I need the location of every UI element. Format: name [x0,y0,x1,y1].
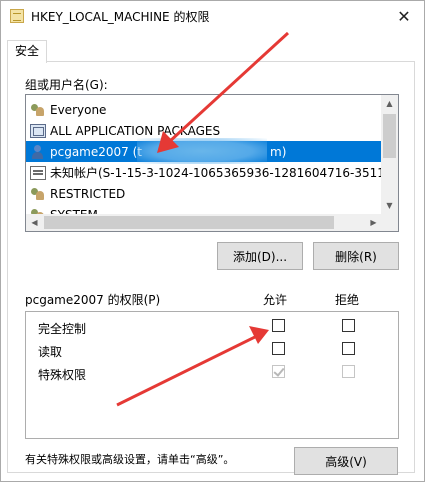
scroll-left-icon[interactable]: ◀ [26,214,43,231]
unknown-account-icon [30,165,46,180]
allow-special-checkbox [272,365,285,378]
allow-column-header: 允许 [263,293,288,307]
list-item-label: 未知帐户(S-1-15-3-1024-1065365936-1281604716… [50,166,381,180]
allow-read-checkbox[interactable] [272,342,285,355]
advanced-note: 有关特殊权限或高级设置，请单击“高级”。 [25,453,235,466]
tab-security[interactable]: 安全 [7,40,47,63]
remove-button[interactable]: 删除(R) [313,242,399,270]
horizontal-scrollbar[interactable]: ◀ ▶ [26,214,398,231]
list-item-restricted[interactable]: RESTRICTED [26,183,381,204]
folder-icon [10,9,24,23]
list-item-label: Everyone [50,102,107,117]
list-item-all-application-packages[interactable]: ALL APPLICATION PACKAGES [26,120,381,141]
permission-name-special: 特殊权限 [38,368,87,382]
list-item-everyone[interactable]: Everyone [26,99,381,120]
list-item-pcgame2007[interactable]: pcgame2007 (t m) [26,141,381,162]
list-item-label: ALL APPLICATION PACKAGES [50,123,221,138]
title-bar[interactable]: HKEY_LOCAL_MACHINE 的权限 ✕ [1,1,424,32]
user-icon [30,144,46,159]
deny-full-control-checkbox[interactable] [342,319,355,332]
scroll-right-icon[interactable]: ▶ [365,214,382,231]
scroll-corner [381,214,398,231]
list-item-label: RESTRICTED [50,186,126,201]
packages-icon [30,123,46,138]
permissions-table: 完全控制 读取 特殊权限 [25,311,399,439]
permission-name-full-control: 完全控制 [38,322,87,336]
permissions-dialog: HKEY_LOCAL_MACHINE 的权限 ✕ 安全 组或用户名(G): Ev… [0,0,425,482]
window-title: HKEY_LOCAL_MACHINE 的权限 [31,10,210,24]
advanced-button[interactable]: 高级(V) [294,447,398,475]
list-item-label-suffix: m) [270,144,287,159]
tab-strip: 安全 [1,32,424,63]
users-icon [30,187,46,201]
permission-name-read: 读取 [38,345,63,359]
scroll-down-icon[interactable]: ▼ [381,197,398,214]
horizontal-scroll-thumb[interactable] [44,216,334,229]
list-item-unknown-account[interactable]: 未知帐户(S-1-15-3-1024-1065365936-1281604716… [26,162,381,183]
scroll-up-icon[interactable]: ▲ [381,95,398,112]
close-button[interactable]: ✕ [384,1,424,32]
close-icon: ✕ [397,7,411,26]
deny-column-header: 拒绝 [335,293,360,307]
group-list-label: 组或用户名(G): [25,78,108,92]
deny-read-checkbox[interactable] [342,342,355,355]
allow-full-control-checkbox[interactable] [272,319,285,332]
permissions-title: pcgame2007 的权限(P) [25,293,161,307]
users-icon [30,103,46,117]
group-user-list[interactable]: Everyone ALL APPLICATION PACKAGES pcgame… [25,94,399,232]
vertical-scroll-thumb[interactable] [383,114,396,158]
add-button[interactable]: 添加(D)... [217,242,303,270]
list-item-label: pcgame2007 (t [50,144,142,159]
vertical-scrollbar[interactable]: ▲ ▼ [381,95,398,214]
deny-special-checkbox [342,365,355,378]
